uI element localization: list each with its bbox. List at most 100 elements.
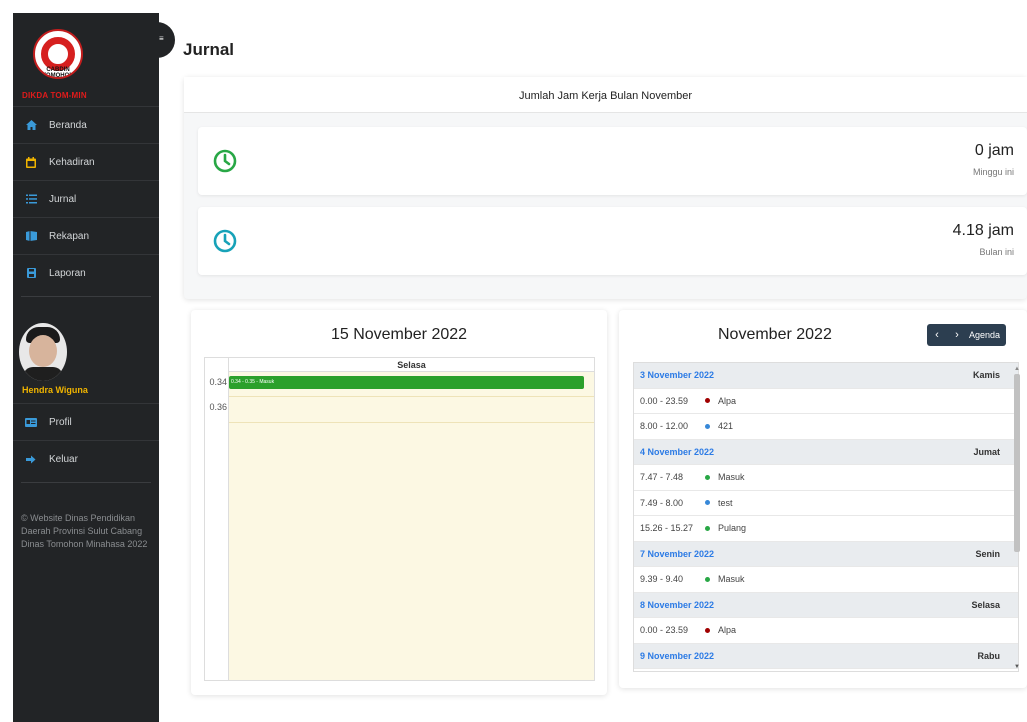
event-dot-icon: [705, 474, 710, 480]
sidebar-item-label: Beranda: [49, 119, 87, 131]
agenda-event-row[interactable]: 8.00 - 12.00 421: [634, 414, 1018, 440]
agenda-event-time: 0.00 - 23.59: [640, 395, 689, 406]
agenda-day-header: 8 November 2022 Selasa: [634, 592, 1018, 618]
event-dot-icon: [705, 423, 710, 429]
id-card-icon: [24, 416, 38, 428]
next-month-button[interactable]: ›: [947, 324, 967, 346]
event-dot-icon: [705, 500, 710, 506]
sidebar-item-keluar[interactable]: Keluar: [13, 440, 159, 477]
agenda-day-date[interactable]: 9 November 2022: [640, 651, 714, 661]
clock-icon: [213, 229, 237, 258]
agenda-day-name[interactable]: Rabu: [978, 651, 1001, 661]
agenda-day-date[interactable]: 4 November 2022: [640, 447, 714, 457]
book-icon: [24, 230, 38, 242]
agenda-event-row[interactable]: 15.26 - 15.27 Pulang: [634, 516, 1018, 542]
calendar-event[interactable]: 0.34 - 0.35 - Masuk: [229, 376, 584, 389]
sign-out-icon: [24, 453, 38, 465]
month-hours-label: Bulan ini: [979, 247, 1014, 257]
day-calendar-date: 15 November 2022: [330, 326, 468, 343]
sidebar-item-jurnal[interactable]: Jurnal: [13, 180, 159, 217]
home-icon: [24, 119, 38, 131]
page-title: Jurnal: [183, 40, 235, 59]
agenda-event-title: Pulang: [718, 523, 747, 534]
agenda-day-name[interactable]: Kamis: [973, 370, 1000, 380]
week-hours-value: 0 jam: [974, 142, 1014, 159]
day-calendar-card: 15 November 2022 Selasa 0.34 0.36 0.34 -…: [191, 310, 607, 695]
sidebar-item-beranda[interactable]: Beranda: [13, 106, 159, 143]
agenda-event-time: 7.49 - 8.00: [640, 497, 684, 508]
user-menu: Profil Keluar: [13, 403, 159, 477]
agenda-view-button[interactable]: Agenda: [967, 324, 1006, 346]
user-name: Hendra Wiguna: [22, 385, 88, 395]
menu-icon: ≡: [159, 34, 164, 43]
sidebar-divider: [21, 482, 151, 483]
agenda-day-date[interactable]: 7 November 2022: [640, 549, 714, 559]
agenda-event-title: test: [718, 497, 733, 508]
sidebar-toggle-button[interactable]: ≡: [139, 22, 175, 58]
month-hours-value: 4.18 jam: [952, 222, 1014, 239]
agenda-day-name[interactable]: Senin: [975, 549, 1000, 559]
sidebar-item-label: Profil: [49, 416, 72, 428]
avatar[interactable]: [19, 323, 67, 381]
sidebar-item-label: Jurnal: [49, 193, 77, 205]
event-dot-icon: [705, 627, 710, 633]
scroll-down-icon[interactable]: ▼: [1014, 664, 1020, 670]
sidebar-item-rekapan[interactable]: Rekapan: [13, 217, 159, 254]
scrollbar-thumb[interactable]: [1014, 374, 1020, 552]
prev-month-button[interactable]: ‹: [927, 324, 947, 346]
day-column-body[interactable]: 0.34 - 0.35 - Masuk: [228, 372, 594, 680]
list-calendar-card: November 2022 ‹ › Agenda 3 November 2022…: [619, 310, 1027, 688]
sidebar: CABDIN TOMOHON DIKDA TOM-MIN Beranda Keh…: [13, 13, 159, 722]
agenda-day-date[interactable]: 3 November 2022: [640, 370, 714, 380]
sidebar-item-label: Laporan: [49, 267, 86, 279]
agenda-day-name[interactable]: Jumat: [973, 447, 1000, 457]
list-calendar-month: November 2022: [718, 326, 832, 343]
event-dot-icon: [705, 398, 710, 404]
agenda-event-time: 9.39 - 9.40: [640, 574, 684, 585]
agenda-list: 3 November 2022 Kamis 0.00 - 23.59 Alpa 8.00…: [633, 362, 1019, 672]
agenda-event-time: 0.00 - 23.59: [640, 625, 689, 636]
scroll-up-icon[interactable]: ▲: [1014, 366, 1020, 372]
month-hours-stat: 4.18 jam Bulan ini: [198, 207, 1027, 275]
list-icon: [24, 193, 38, 205]
agenda-day-header: 3 November 2022 Kamis: [634, 363, 1018, 389]
agenda-event-title: Alpa: [718, 395, 737, 406]
day-column-header: Selasa: [228, 358, 594, 372]
agenda-event-row[interactable]: 0.00 - 23.59 Alpa: [634, 618, 1018, 644]
sidebar-item-profil[interactable]: Profil: [13, 403, 159, 440]
sidebar-item-label: Kehadiran: [49, 156, 95, 168]
chevron-left-icon: ‹: [935, 329, 939, 341]
agenda-day-header: 9 November 2022 Rabu: [634, 643, 1018, 669]
logo[interactable]: CABDIN TOMOHON: [33, 29, 83, 79]
agenda-event-title: Alpa: [718, 625, 737, 636]
clock-icon: [213, 149, 237, 178]
agenda-event-row[interactable]: 0.00 - 23.59 Alpa: [634, 389, 1018, 414]
work-hours-card: Jumlah Jam Kerja Bulan November 0 jam Mi…: [184, 77, 1027, 299]
agenda-day-header: 4 November 2022 Jumat: [634, 439, 1018, 465]
sidebar-footer: © Website Dinas Pendidikan Daerah Provin…: [21, 513, 148, 549]
agenda-day-name[interactable]: Selasa: [971, 600, 1000, 610]
agenda-event-row[interactable]: 7.49 - 8.00 test: [634, 491, 1018, 516]
list-scrollbar[interactable]: ▲ ▼: [1013, 366, 1020, 670]
chevron-right-icon: ›: [955, 329, 959, 341]
sidebar-divider: [21, 296, 151, 297]
week-hours-stat: 0 jam Minggu ini: [198, 127, 1027, 195]
agenda-event-title: Masuk: [718, 574, 745, 585]
sidebar-item-kehadiran[interactable]: Kehadiran: [13, 143, 159, 180]
sidebar-item-label: Rekapan: [49, 230, 90, 242]
agenda-event-time: 15.26 - 15.27: [640, 523, 694, 534]
agenda-day-header: 7 November 2022 Senin: [634, 541, 1018, 567]
app-root: CABDIN TOMOHON DIKDA TOM-MIN Beranda Keh…: [0, 0, 1027, 722]
save-icon: [24, 267, 38, 279]
sidebar-item-laporan[interactable]: Laporan: [13, 254, 159, 291]
agenda-event-title: 421: [718, 421, 734, 432]
agenda-day-date[interactable]: 8 November 2022: [640, 600, 714, 610]
agenda-event-time: 7.47 - 7.48: [640, 472, 684, 483]
agenda-event-row[interactable]: 9.39 - 9.40 Masuk: [634, 567, 1018, 593]
agenda-event-row[interactable]: 7.47 - 7.48 Masuk: [634, 465, 1018, 491]
brand-name: DIKDA TOM-MIN: [22, 91, 87, 100]
calendar-nav-group: ‹ › Agenda: [927, 324, 1007, 346]
sidebar-item-label: Keluar: [49, 453, 78, 465]
time-slot-label: 0.34: [209, 377, 227, 387]
time-slot-label: 0.36: [209, 402, 227, 412]
